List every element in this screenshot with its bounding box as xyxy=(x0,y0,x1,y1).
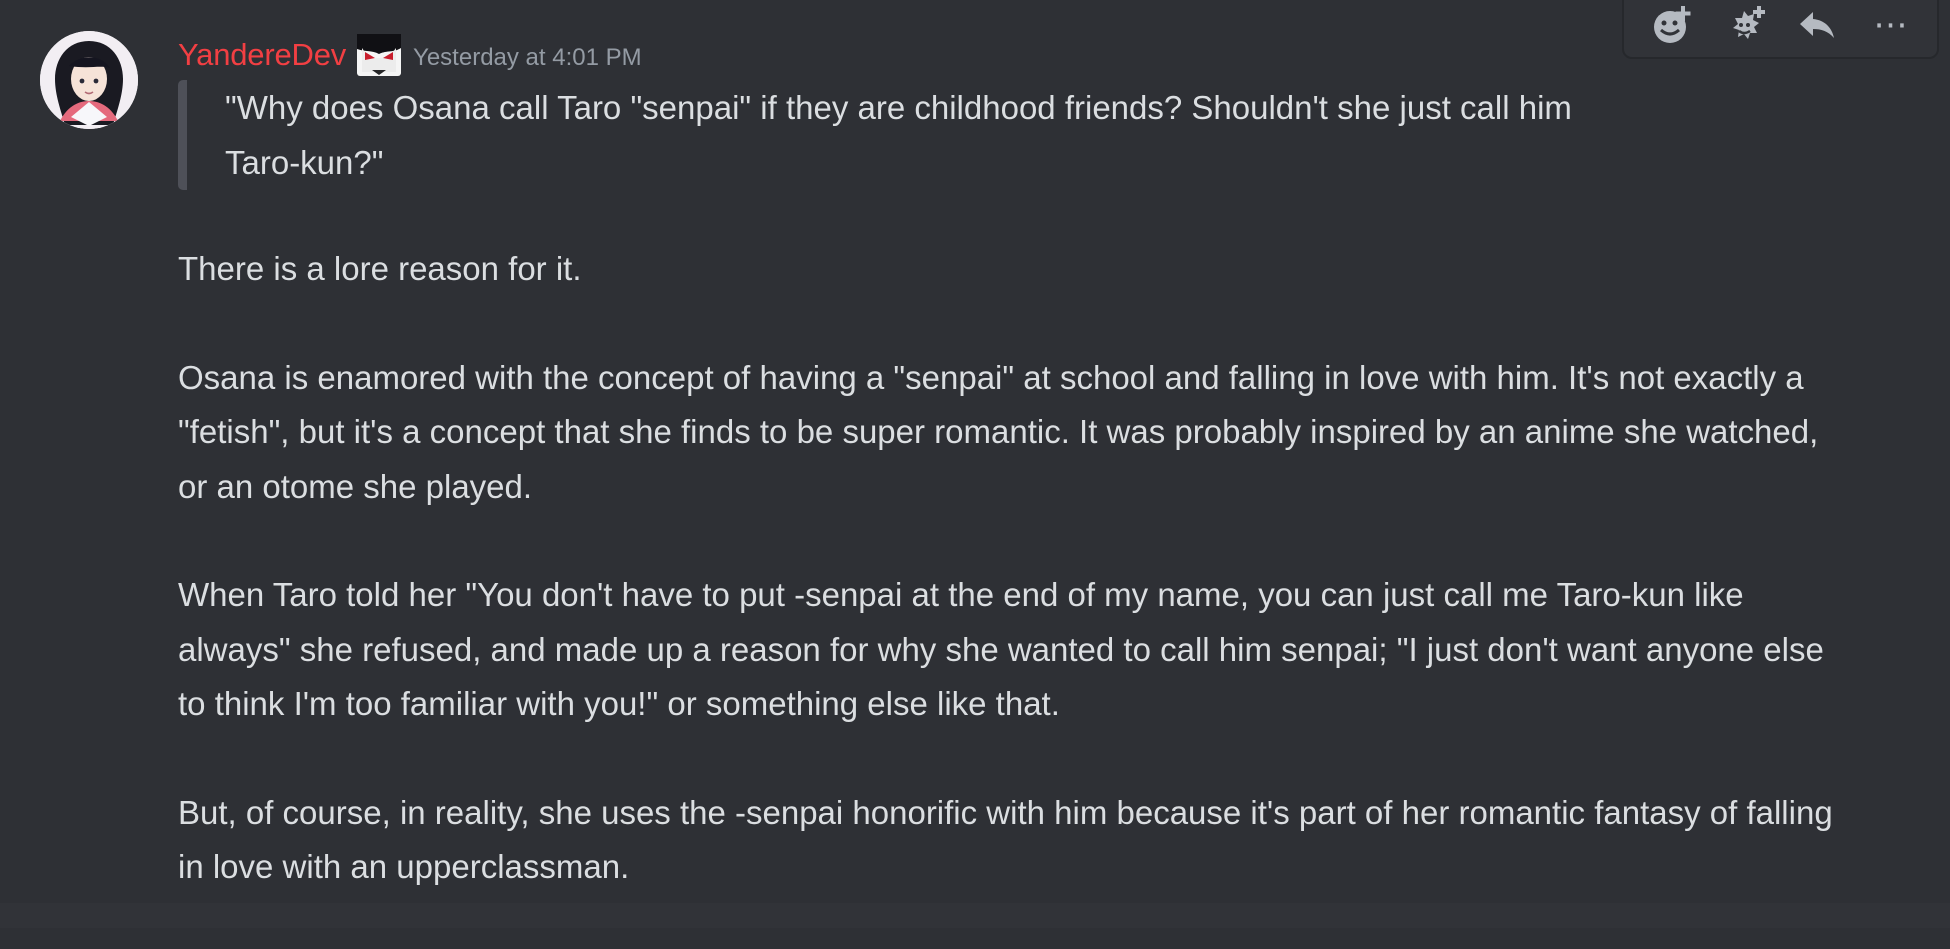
more-button[interactable]: ⋯ xyxy=(1860,0,1920,55)
message-paragraph: There is a lore reason for it. xyxy=(178,250,582,287)
message-body: There is a lore reason for it. Osana is … xyxy=(178,242,1838,949)
reply-icon xyxy=(1800,11,1835,38)
avatar-image xyxy=(40,31,138,129)
role-icon[interactable] xyxy=(354,30,404,80)
add-super-reaction-icon xyxy=(1732,5,1765,39)
message-toolbar: ⋯ xyxy=(1622,0,1939,59)
message-paragraph: When Taro told her "You don't have to pu… xyxy=(178,576,1824,722)
message-paragraph: But, of course, in reality, she uses the… xyxy=(178,793,1833,886)
bottom-strip xyxy=(0,903,1950,928)
message-header: YandereDev Yesterday at 4:01 PM xyxy=(178,30,642,80)
username[interactable]: YandereDev xyxy=(178,30,346,80)
avatar[interactable] xyxy=(40,31,138,129)
message-paragraph: Osana is enamored with the concept of ha… xyxy=(178,358,1819,505)
message: YandereDev Yesterday at 4:01 PM "Why doe… xyxy=(0,0,1950,903)
more-icon: ⋯ xyxy=(1873,5,1908,44)
quote-block: "Why does Osana call Taro "senpai" if th… xyxy=(178,80,1628,190)
reply-button[interactable] xyxy=(1787,0,1847,55)
add-super-reaction-button[interactable] xyxy=(1714,0,1774,55)
add-reaction-icon xyxy=(1653,5,1691,43)
timestamp: Yesterday at 4:01 PM xyxy=(413,44,642,71)
add-reaction-button[interactable] xyxy=(1641,0,1701,55)
